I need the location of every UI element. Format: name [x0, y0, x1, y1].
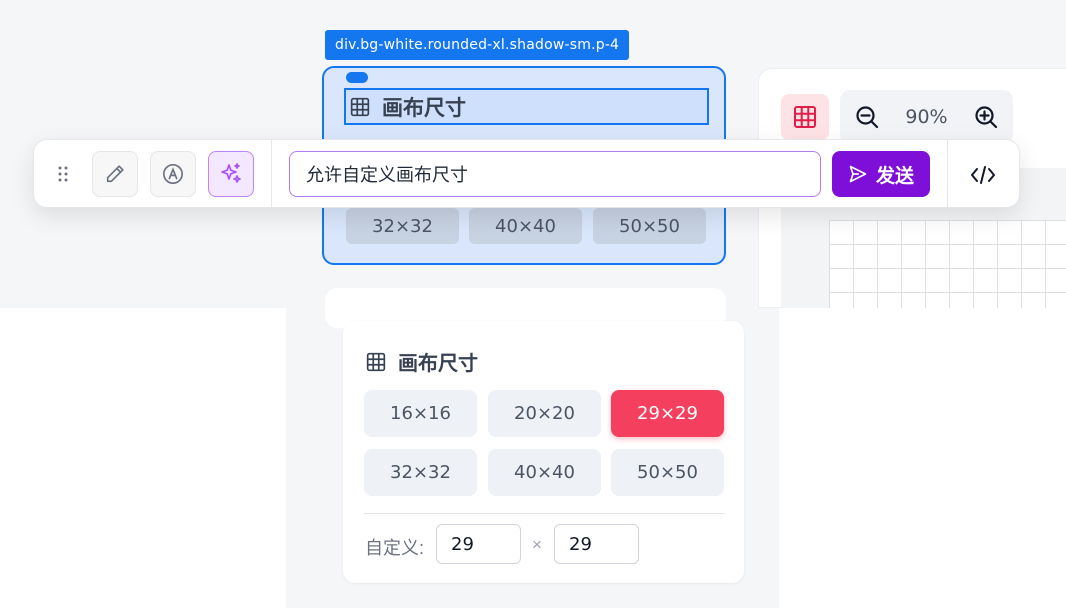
size-option-50[interactable]: 50×50	[611, 449, 724, 496]
drag-handle-icon[interactable]	[56, 164, 70, 184]
send-icon	[849, 165, 867, 183]
prompt-input[interactable]	[289, 151, 821, 197]
custom-size-label: 自定义:	[365, 538, 425, 558]
zoom-out-button[interactable]	[854, 104, 880, 130]
ghost-size-button: 50×50	[593, 208, 706, 244]
zoom-level: 90%	[905, 106, 948, 128]
code-icon	[971, 166, 995, 184]
zoom-out-icon	[856, 106, 879, 129]
zoom-in-button[interactable]	[973, 104, 999, 130]
divider	[364, 513, 725, 514]
selected-heading-text: 画布尺寸	[382, 96, 466, 120]
selection-handle[interactable]	[346, 72, 368, 83]
ai-sparkle-button[interactable]	[208, 151, 254, 197]
size-option-29[interactable]: 29×29	[611, 390, 724, 437]
size-option-40[interactable]: 40×40	[488, 449, 601, 496]
view-code-button[interactable]	[969, 162, 997, 188]
size-option-32[interactable]: 32×32	[364, 449, 477, 496]
ghost-size-button: 32×32	[346, 208, 459, 244]
send-button[interactable]: 发送	[832, 151, 930, 197]
ai-edit-toolbar: 发送	[33, 139, 1020, 208]
size-option-16[interactable]: 16×16	[364, 390, 477, 437]
custom-width-input[interactable]	[436, 524, 521, 564]
zoom-controls: 90%	[840, 90, 1013, 144]
toolbar-divider	[271, 140, 272, 207]
ghost-size-button: 40×40	[469, 208, 582, 244]
selected-element-tag: div.bg-white.rounded-xl.shadow-sm.p-4	[325, 30, 630, 60]
selected-heading[interactable]: 画布尺寸	[344, 88, 709, 125]
grid-icon	[366, 352, 386, 371]
pencil-icon	[106, 165, 124, 183]
grid-icon	[350, 97, 370, 116]
grid-icon	[794, 106, 816, 128]
pencil-button[interactable]	[92, 151, 138, 197]
canvas-size-title-text: 画布尺寸	[398, 353, 478, 375]
toolbar-divider	[947, 140, 948, 207]
canvas-size-title: 画布尺寸	[366, 347, 478, 376]
text-style-icon	[163, 164, 183, 184]
sparkles-icon	[221, 163, 241, 183]
size-option-20[interactable]: 20×20	[488, 390, 601, 437]
pixel-canvas[interactable]	[829, 220, 1066, 308]
custom-height-input[interactable]	[554, 524, 639, 564]
canvas-size-card: 画布尺寸 16×16 20×20 29×29 32×32 40×40 50×50…	[343, 321, 744, 583]
times-sign: ×	[532, 535, 542, 554]
send-label: 发送	[875, 165, 914, 187]
grid-toggle-button[interactable]	[781, 94, 829, 140]
text-style-button[interactable]	[150, 151, 196, 197]
zoom-in-icon	[975, 106, 998, 129]
